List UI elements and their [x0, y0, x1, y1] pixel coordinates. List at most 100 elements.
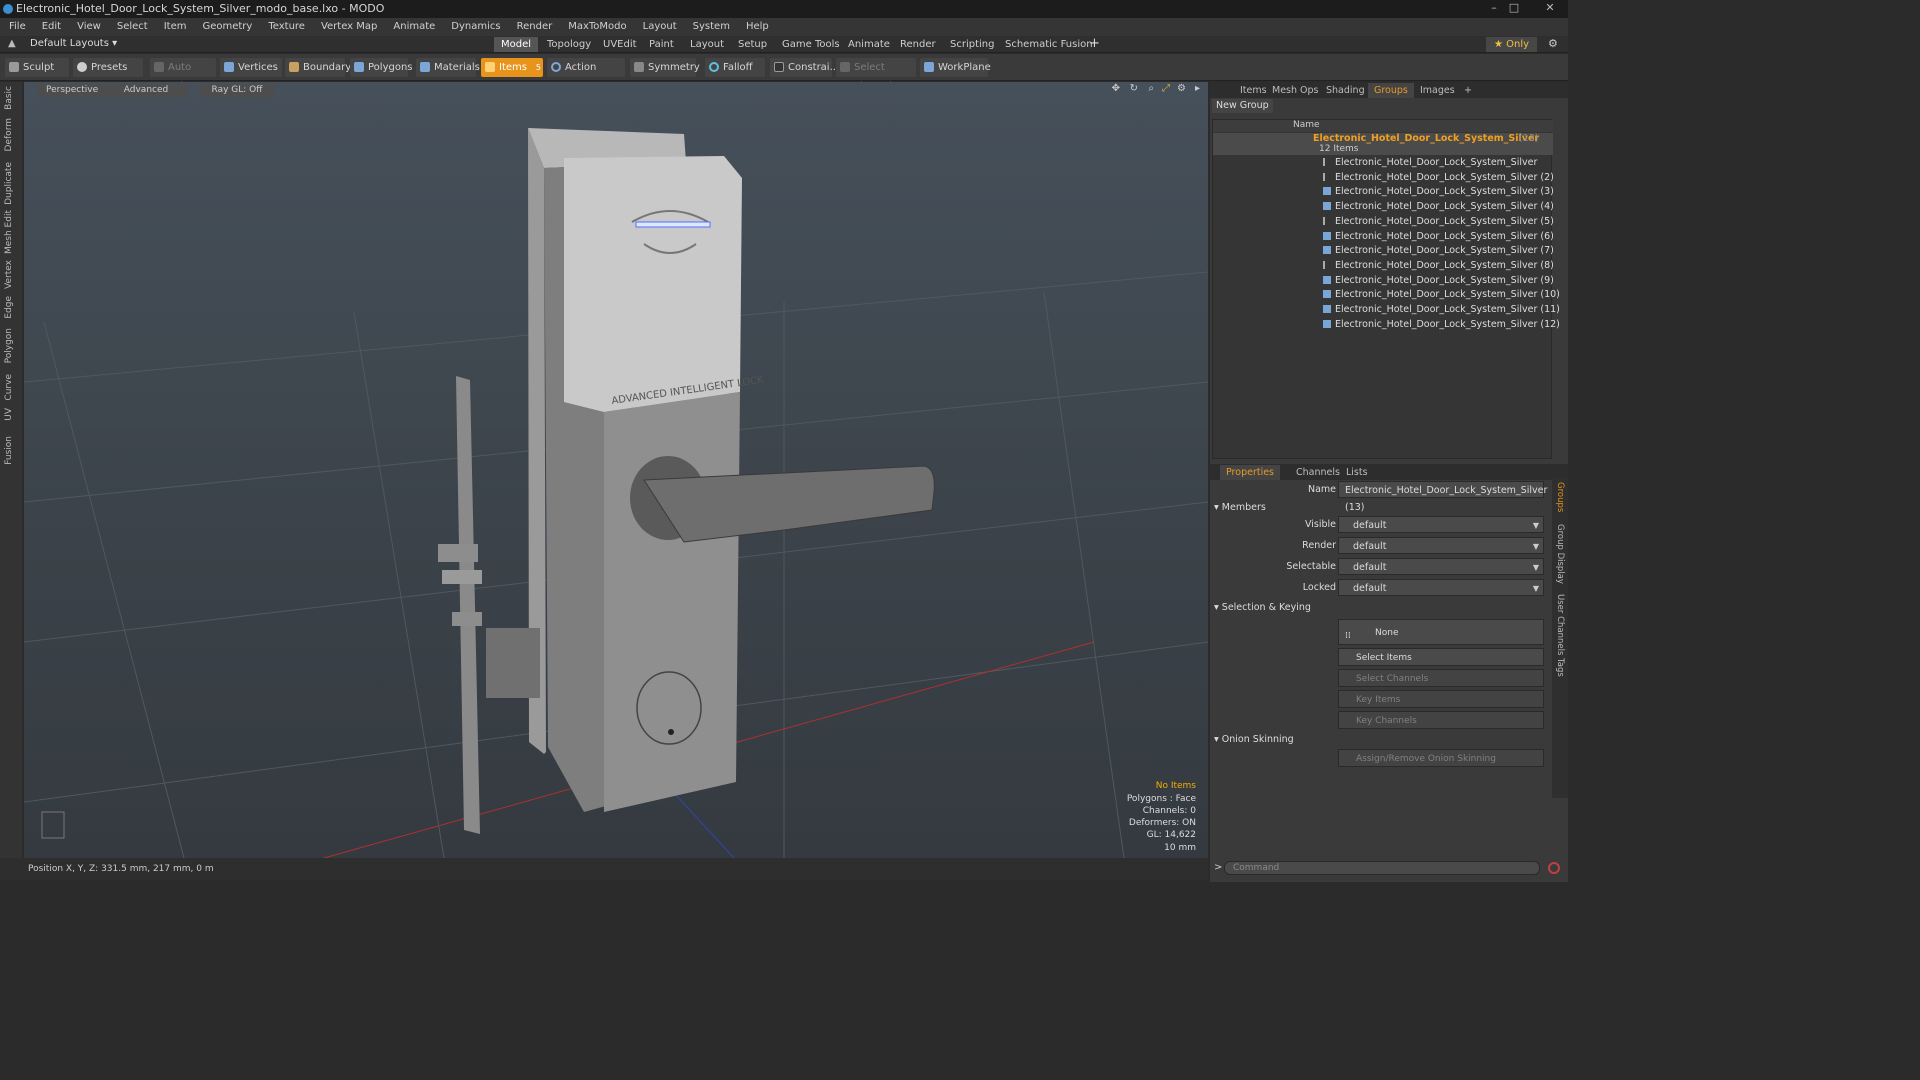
assign-onion-button[interactable]: Assign/Remove Onion Skinning: [1338, 749, 1544, 767]
list-item[interactable]: Electronic_Hotel_Door_Lock_System_Silver: [1323, 156, 1537, 170]
group-name-field[interactable]: Electronic_Hotel_Door_Lock_System_Silver…: [1338, 481, 1547, 513]
tab-topology[interactable]: Topology: [540, 37, 598, 52]
key-channels-button[interactable]: Key Channels: [1338, 711, 1544, 729]
side-tab-user-channels[interactable]: User Channels: [1555, 594, 1565, 655]
menu-select[interactable]: Select: [109, 18, 156, 36]
list-item[interactable]: Electronic_Hotel_Door_Lock_System_Silver…: [1323, 171, 1554, 185]
tab-lists[interactable]: Lists: [1340, 465, 1374, 480]
action-center-button[interactable]: Action Center: [547, 58, 625, 92]
boundary-button[interactable]: Boundary: [285, 58, 351, 77]
onion-skinning-section[interactable]: ▾ Onion Skinning: [1214, 733, 1294, 747]
list-item[interactable]: Electronic_Hotel_Door_Lock_System_Silver…: [1323, 274, 1554, 288]
tab-properties[interactable]: Properties: [1220, 465, 1281, 480]
command-stop-icon[interactable]: [1548, 862, 1560, 874]
list-item[interactable]: Electronic_Hotel_Door_Lock_System_Silver…: [1323, 215, 1554, 229]
none-button[interactable]: ⁞⁞ None: [1338, 619, 1544, 645]
menu-item[interactable]: Item: [156, 18, 195, 36]
new-group-button[interactable]: New Group: [1212, 99, 1273, 113]
left-tab-basic[interactable]: Basic: [4, 86, 14, 110]
members-section[interactable]: ▾ Members: [1214, 501, 1266, 515]
raygl-button[interactable]: Ray GL: Off: [200, 84, 274, 97]
maximize-button[interactable]: □: [1504, 0, 1524, 16]
menu-maxtomodo[interactable]: MaxToModo: [560, 18, 634, 36]
tab-animate[interactable]: Animate: [841, 37, 897, 52]
menu-vertex-map[interactable]: Vertex Map: [313, 18, 385, 36]
left-tab-uv[interactable]: UV: [4, 408, 14, 421]
list-item[interactable]: Electronic_Hotel_Door_Lock_System_Silver…: [1323, 200, 1554, 214]
workplane-button[interactable]: WorkPlane: [920, 58, 991, 77]
only-toggle[interactable]: ★ Only: [1486, 37, 1538, 52]
viewport-arrow-icon[interactable]: ▸: [1195, 83, 1200, 94]
menu-animate[interactable]: Animate: [385, 18, 443, 36]
visible-dropdown[interactable]: default ▼: [1338, 516, 1544, 533]
side-tab-tags[interactable]: Tags: [1555, 658, 1565, 677]
tab-setup[interactable]: Setup: [731, 37, 774, 52]
close-button[interactable]: ✕: [1540, 0, 1560, 16]
command-input[interactable]: Command: [1224, 861, 1540, 875]
tab-groups[interactable]: Groups: [1368, 83, 1414, 98]
menu-layout[interactable]: Layout: [635, 18, 685, 36]
left-tab-vertex[interactable]: Vertex: [4, 260, 14, 289]
menu-geometry[interactable]: Geometry: [194, 18, 260, 36]
fit-view-icon[interactable]: ⤢: [1162, 83, 1170, 94]
list-item[interactable]: Electronic_Hotel_Door_Lock_System_Silver…: [1323, 244, 1554, 258]
gear-icon[interactable]: ⚙: [1548, 37, 1558, 50]
falloff-button[interactable]: Falloff: [705, 58, 765, 77]
tab-game-tools[interactable]: Game Tools: [775, 37, 847, 52]
select-channels-button[interactable]: Select Channels: [1338, 669, 1544, 687]
left-tab-curve[interactable]: Curve: [4, 374, 14, 401]
left-tab-deform[interactable]: Deform: [4, 118, 14, 151]
selection-keying-section[interactable]: ▾ Selection & Keying: [1214, 601, 1311, 615]
list-item[interactable]: Electronic_Hotel_Door_Lock_System_Silver…: [1323, 318, 1560, 332]
tab-uvedit[interactable]: UVEdit: [596, 37, 644, 52]
polygons-button[interactable]: Polygons: [350, 58, 413, 77]
left-tab-polygon[interactable]: Polygon: [4, 328, 14, 363]
list-item[interactable]: Electronic_Hotel_Door_Lock_System_Silver…: [1323, 259, 1554, 273]
list-item[interactable]: Electronic_Hotel_Door_Lock_System_Silver…: [1323, 288, 1560, 302]
menu-file[interactable]: File: [0, 18, 34, 36]
left-tab-fusion[interactable]: Fusion: [4, 436, 14, 465]
menu-system[interactable]: System: [685, 18, 738, 36]
zoom-view-icon[interactable]: ⌕: [1148, 83, 1154, 94]
selectable-dropdown[interactable]: default ▼: [1338, 558, 1544, 575]
group-row[interactable]: Electronic_Hotel_Door_Lock_System_Silver…: [1213, 133, 1553, 155]
tab-shading[interactable]: Shading: [1320, 83, 1371, 98]
3d-viewport[interactable]: ADVANCED INTELLIGENT LOCK Perspective Ad…: [24, 82, 1208, 858]
select-through-button[interactable]: Select Through: [836, 58, 916, 92]
presets-button[interactable]: Presets: [73, 58, 143, 77]
list-item[interactable]: Electronic_Hotel_Door_Lock_System_Silver…: [1323, 230, 1554, 244]
tab-images[interactable]: Images: [1414, 83, 1461, 98]
menu-help[interactable]: Help: [738, 18, 777, 36]
layout-lock-icon[interactable]: ▲: [8, 38, 16, 49]
locked-dropdown[interactable]: default ▼: [1338, 579, 1544, 596]
minimize-button[interactable]: –: [1484, 0, 1504, 16]
left-tab-mesh-edit[interactable]: Mesh Edit: [4, 210, 14, 254]
vertices-button[interactable]: Vertices1: [220, 58, 282, 91]
tab-mesh-ops[interactable]: Mesh Ops: [1266, 83, 1325, 98]
tab-model[interactable]: Model: [494, 37, 539, 52]
viewport-gear-icon[interactable]: ⚙: [1177, 83, 1186, 94]
tab-layout[interactable]: Layout: [683, 37, 731, 52]
add-tab-icon[interactable]: +: [1089, 36, 1100, 51]
left-tab-edge[interactable]: Edge: [4, 296, 14, 319]
layout-dropdown[interactable]: Default Layouts ▾: [30, 38, 117, 49]
side-tab-groups[interactable]: Groups: [1555, 482, 1565, 512]
constraints-button[interactable]: Constrai...: [770, 58, 839, 77]
left-tab-duplicate[interactable]: Duplicate: [4, 162, 14, 205]
items-button[interactable]: Items 5: [481, 58, 543, 77]
materials-button[interactable]: Materials: [416, 58, 480, 77]
symmetry-button[interactable]: Symmetry: [630, 58, 700, 77]
move-view-icon[interactable]: ✥: [1112, 83, 1120, 94]
menu-render[interactable]: Render: [509, 18, 561, 36]
select-items-button[interactable]: Select Items: [1338, 648, 1544, 666]
tab-scripting[interactable]: Scripting: [943, 37, 1001, 52]
auto-select-button[interactable]: Auto Select: [150, 58, 216, 92]
key-items-button[interactable]: Key Items: [1338, 690, 1544, 708]
menu-view[interactable]: View: [69, 18, 109, 36]
menu-dynamics[interactable]: Dynamics: [443, 18, 508, 36]
menu-edit[interactable]: Edit: [34, 18, 69, 36]
render-dropdown[interactable]: default ▼: [1338, 537, 1544, 554]
perspective-button[interactable]: Perspective: [38, 84, 107, 97]
tab-channels[interactable]: Channels: [1290, 465, 1346, 480]
list-item[interactable]: Electronic_Hotel_Door_Lock_System_Silver…: [1323, 185, 1554, 199]
